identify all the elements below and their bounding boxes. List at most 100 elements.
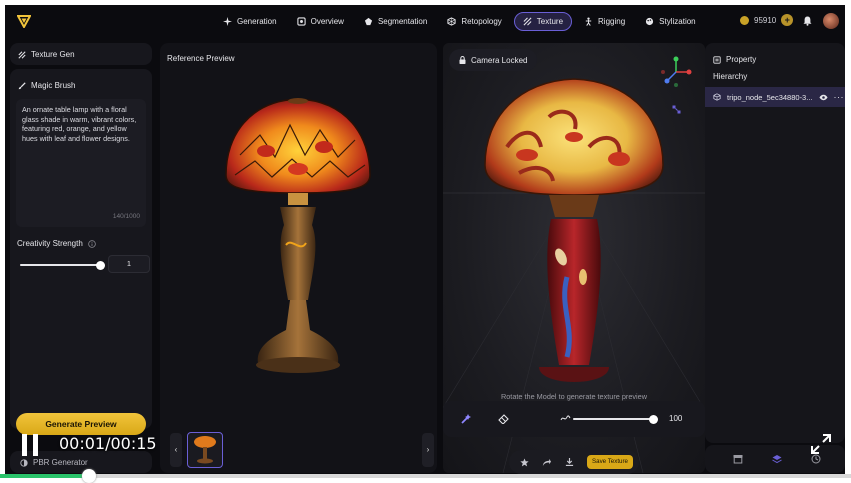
sparkle-icon <box>223 17 232 26</box>
rotate-hint-text: Rotate the Model to generate texture pre… <box>500 392 648 401</box>
tab-generation[interactable]: Generation <box>215 12 285 31</box>
eraser-tool-icon[interactable] <box>498 413 509 424</box>
creativity-slider[interactable] <box>20 260 105 270</box>
tab-stylization-label: Stylization <box>659 17 696 26</box>
creativity-slider-fill <box>20 264 100 266</box>
reference-preview-title: Reference Preview <box>167 54 235 63</box>
tab-generation-label: Generation <box>237 17 277 26</box>
video-progress-fill <box>0 474 90 478</box>
visibility-eye-icon[interactable] <box>818 94 828 101</box>
info-icon[interactable] <box>88 239 96 248</box>
reference-lamp-image <box>225 98 371 373</box>
textured-lamp-model <box>484 78 664 382</box>
prev-reference-button[interactable]: ‹ <box>170 433 182 467</box>
pause-bar-right <box>33 434 38 456</box>
reference-thumbnail[interactable] <box>187 432 223 468</box>
top-navigation-bar: Generation Overview Segmentation Retopol… <box>5 5 845 39</box>
download-icon[interactable] <box>565 457 574 467</box>
node-name: tripo_node_5ec34880-3... <box>727 92 813 102</box>
texture-gen-title: Texture Gen <box>18 50 75 59</box>
save-texture-button[interactable]: Save Texture <box>587 455 633 469</box>
texture-viewport[interactable]: Camera Locked Rotate the Model to genera… <box>443 43 705 473</box>
tab-segmentation[interactable]: Segmentation <box>356 12 435 31</box>
brush-size-icon <box>560 415 571 421</box>
tab-retopology[interactable]: Retopology <box>439 12 509 31</box>
generate-preview-button[interactable]: Generate Preview <box>16 413 146 435</box>
tab-rigging[interactable]: Rigging <box>576 12 633 31</box>
texture-gen-label: Texture Gen <box>31 50 75 59</box>
prompt-text: An ornate table lamp with a floral glass… <box>22 105 137 144</box>
property-panel: Property Hierarchy tripo_node_5ec34880-3… <box>705 43 845 443</box>
brush-icon <box>18 81 26 89</box>
magic-brush-panel: Magic Brush An ornate table lamp with a … <box>10 69 152 429</box>
video-timecode: 00:01/00:15 <box>59 434 157 453</box>
property-icon <box>713 55 721 64</box>
tab-overview-label: Overview <box>310 17 344 26</box>
magic-brush-title: Magic Brush <box>18 81 75 90</box>
creativity-strength-label-row: Creativity Strength <box>17 239 96 248</box>
tab-rigging-label: Rigging <box>598 17 626 26</box>
rigging-icon <box>585 17 592 26</box>
add-credits-button[interactable]: + <box>781 14 794 26</box>
more-options-icon[interactable]: ··· <box>834 92 845 102</box>
brush-size-slider-knob[interactable] <box>648 414 658 424</box>
star-icon[interactable] <box>520 458 529 467</box>
brush-size-slider[interactable] <box>573 414 658 424</box>
brush-size-value: 100 <box>669 414 683 423</box>
property-label: Property <box>726 55 757 64</box>
tab-stylization[interactable]: Stylization <box>637 12 703 31</box>
user-avatar[interactable] <box>823 13 839 29</box>
reference-thumbnail-image <box>194 436 216 464</box>
pbr-generator-label: PBR Generator <box>33 458 88 467</box>
frame-view-icon[interactable] <box>672 105 681 114</box>
fullscreen-icon[interactable] <box>810 433 832 455</box>
coin-icon <box>740 15 749 25</box>
video-progress-bar[interactable] <box>0 469 851 483</box>
tab-segmentation-label: Segmentation <box>377 17 428 26</box>
magic-brush-label: Magic Brush <box>31 81 76 90</box>
camera-locked-toggle[interactable]: Camera Locked <box>449 49 538 71</box>
brush-toolbar: 100 <box>443 401 705 437</box>
creativity-value-input[interactable]: 1 <box>108 255 150 273</box>
notification-bell-icon[interactable] <box>803 16 812 26</box>
magic-brush-tool-icon[interactable] <box>461 413 472 424</box>
cube-icon <box>713 93 721 101</box>
lock-icon <box>459 56 466 64</box>
prompt-textarea[interactable]: An ornate table lamp with a floral glass… <box>16 99 146 227</box>
creativity-slider-knob[interactable] <box>95 260 105 270</box>
stylization-icon <box>646 17 654 26</box>
segment-icon <box>364 17 373 26</box>
tab-texture-label: Texture <box>536 17 564 26</box>
video-progress-knob[interactable] <box>82 469 97 483</box>
retopology-icon <box>447 17 456 26</box>
camera-locked-label: Camera Locked <box>471 55 528 65</box>
pbr-generator-title: PBR Generator <box>20 458 88 467</box>
tripo-logo-icon[interactable] <box>17 14 31 28</box>
module-tabs: Generation Overview Segmentation Retopol… <box>215 12 704 31</box>
next-reference-button[interactable]: › <box>422 433 434 467</box>
tab-retopology-label: Retopology <box>461 17 502 26</box>
character-count: 140/1000 <box>112 213 140 221</box>
archive-icon[interactable] <box>733 454 743 464</box>
history-icon[interactable] <box>811 454 821 464</box>
brush-size-slider-fill <box>573 418 653 420</box>
share-icon[interactable] <box>542 458 551 467</box>
pbr-icon <box>20 458 28 467</box>
property-title: Property <box>713 55 756 64</box>
texture-gen-header[interactable]: Texture Gen <box>10 43 152 65</box>
app-window: Generation Overview Segmentation Retopol… <box>5 5 845 475</box>
credits-value: 95910 <box>754 15 777 25</box>
pause-bar-left <box>22 434 27 456</box>
tab-texture[interactable]: Texture <box>513 12 573 31</box>
hierarchy-node-row[interactable]: tripo_node_5ec34880-3... ··· <box>705 87 845 107</box>
hierarchy-label: Hierarchy <box>713 72 748 81</box>
pause-button[interactable] <box>22 434 40 456</box>
model-action-bar: Save Texture <box>509 450 639 474</box>
reference-preview-panel: Reference Preview ‹ › <box>160 43 437 473</box>
texture-icon <box>523 17 532 26</box>
texture-icon <box>18 50 26 59</box>
creativity-strength-label: Creativity Strength <box>17 239 83 248</box>
layers-icon[interactable] <box>772 454 782 464</box>
credits-display: 95910 + <box>740 14 794 26</box>
tab-overview[interactable]: Overview <box>289 12 352 31</box>
